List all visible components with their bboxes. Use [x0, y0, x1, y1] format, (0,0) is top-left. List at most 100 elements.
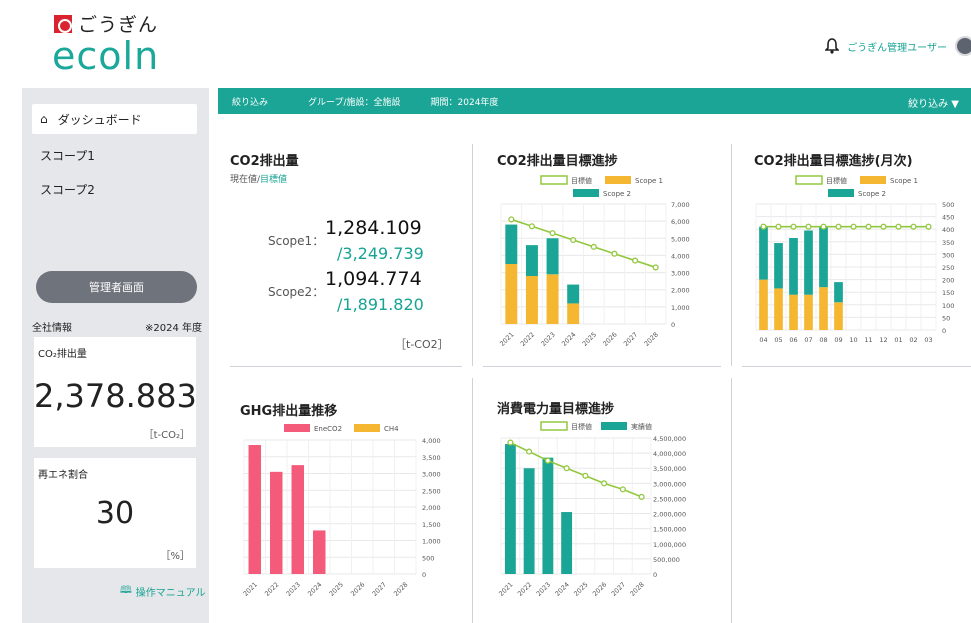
target-point: [652, 264, 659, 271]
manual-link[interactable]: 🕮 操作マニュアル: [120, 583, 206, 600]
y-tick-label: 5,000: [671, 235, 690, 243]
y-tick-label: 0: [671, 321, 675, 329]
ghg-trend-title: GHG排出量推移: [240, 404, 338, 419]
filter-toggle-button[interactable]: 絞り込み ▼: [908, 95, 959, 110]
target-point: [638, 493, 645, 500]
legend-label: 目標値: [571, 422, 592, 431]
co2-total-value: 2,378.883: [34, 377, 197, 415]
y-tick-label: 3,500: [422, 454, 441, 462]
bar: [313, 530, 326, 574]
x-tick-label: 2028: [392, 581, 409, 598]
y-tick-label: 100: [942, 302, 954, 310]
bar: [567, 303, 580, 324]
x-tick-label: 06: [789, 336, 797, 344]
x-tick-label: 05: [774, 336, 782, 344]
target-point: [910, 223, 917, 230]
co2-total-unit: ［t-CO₂］: [143, 430, 190, 441]
divider: [472, 144, 473, 366]
x-tick-label: 2028: [643, 331, 660, 348]
y-tick-label: 500: [422, 554, 434, 562]
admin-screen-button[interactable]: 管理者画面: [36, 271, 197, 303]
brand-name-main[interactable]: ecoln: [52, 34, 159, 78]
y-tick-label: 2,500,000: [653, 495, 686, 503]
app-header: ごうぎん ecoln ごうぎん管理ユーザー: [0, 0, 971, 88]
y-tick-label: 4,000: [671, 252, 690, 260]
bell-icon[interactable]: [825, 38, 840, 54]
filter-label: 絞り込み: [232, 97, 269, 108]
legend-label: 目標値: [571, 176, 592, 185]
filter-period: 期間：2024年度: [430, 97, 499, 108]
y-tick-label: 3,500,000: [653, 465, 686, 473]
renewable-ratio-unit: ［%］: [160, 551, 190, 562]
target-point: [760, 223, 767, 230]
bar: [523, 468, 535, 574]
subtitle-target: 目標値: [260, 175, 288, 185]
y-tick-label: 1,500: [422, 521, 441, 529]
y-tick-label: 6,000: [671, 218, 690, 226]
sidebar-item-scope2[interactable]: スコープ2: [32, 174, 197, 204]
divider: [472, 378, 473, 623]
y-tick-label: 4,500,000: [653, 435, 686, 443]
x-tick-label: 2024: [306, 581, 323, 598]
sidebar-item-dashboard[interactable]: ⌂ ダッシュボード: [32, 104, 197, 134]
y-tick-label: 450: [942, 214, 954, 222]
bar: [525, 245, 538, 276]
target-point: [835, 223, 842, 230]
divider: [731, 144, 732, 366]
bar: [505, 224, 518, 264]
x-tick-label: 2021: [498, 331, 515, 348]
x-tick-label: 2022: [263, 581, 280, 598]
brand-name-jp: ごうぎん: [78, 14, 159, 36]
target-point: [880, 223, 887, 230]
x-tick-label: 12: [879, 336, 887, 344]
avatar[interactable]: [955, 36, 971, 56]
y-tick-label: 150: [942, 289, 954, 297]
scope1-label: Scope1：: [268, 234, 325, 248]
x-tick-label: 04: [759, 336, 767, 344]
bar: [759, 226, 768, 280]
corp-info-row: 全社情報 ※2024 年度: [32, 319, 202, 334]
target-point: [611, 250, 618, 257]
bar: [270, 471, 283, 574]
co2-monthly-chart: 050100150200250300350400450500目標値 Scope 1…: [755, 175, 954, 344]
x-tick-label: 2027: [622, 331, 639, 348]
book-icon: 🕮: [120, 585, 132, 596]
sidebar-item-scope1[interactable]: スコープ1: [32, 140, 197, 170]
legend-label: Scope 2: [603, 190, 631, 198]
x-tick-label: 2024: [560, 331, 577, 348]
y-tick-label: 0: [653, 571, 657, 579]
x-tick-label: 2024: [554, 581, 571, 598]
corp-info-label: 全社情報: [32, 323, 72, 334]
x-tick-label: 2021: [242, 581, 259, 598]
bar: [834, 302, 843, 330]
legend-swatch: [354, 424, 380, 432]
brand-logo[interactable]: ごうぎん: [54, 10, 158, 37]
bar: [504, 444, 516, 574]
renewable-ratio-value: 30: [95, 496, 135, 531]
user-name[interactable]: ごうぎん管理ユーザー: [847, 39, 947, 54]
y-tick-label: 4,000,000: [653, 450, 686, 458]
y-tick-label: 2,000: [671, 287, 690, 295]
target-point: [865, 223, 872, 230]
target-point: [563, 465, 570, 472]
target-point: [507, 439, 514, 446]
bar: [525, 276, 538, 324]
sidebar-item-label: スコープ2: [40, 182, 95, 197]
bar: [819, 226, 828, 288]
scope2-value: 1,094.774: [325, 268, 422, 290]
x-tick-label: 2022: [516, 581, 533, 598]
legend-swatch: [828, 189, 854, 197]
target-point: [805, 223, 812, 230]
bar: [561, 512, 573, 574]
target-point: [544, 457, 551, 464]
target-point: [582, 472, 589, 479]
legend-swatch: [540, 421, 568, 431]
x-tick-label: 2027: [371, 581, 388, 598]
user-area: ごうぎん管理ユーザー: [825, 36, 971, 56]
x-tick-label: 2025: [581, 331, 598, 348]
bar: [542, 457, 554, 574]
legend-swatch: [284, 424, 310, 432]
power-progress-chart: 0 500,000 1,000,000 1,500,000 2,000,000 2,500…: [497, 421, 686, 598]
divider: [742, 366, 971, 367]
legend-label: Scope 1: [635, 177, 663, 185]
